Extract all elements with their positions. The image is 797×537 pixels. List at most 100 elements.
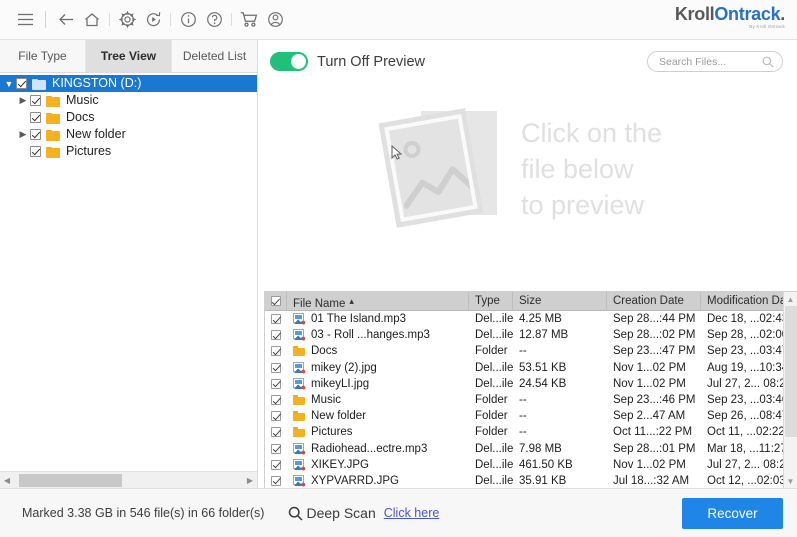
cell-modification-date: Sep 26, ...08:47 AM (707, 410, 783, 423)
checkbox-glyph (271, 411, 281, 422)
file-name-label: XYPVARRD.JPG (311, 474, 399, 487)
cell-size: -- (519, 426, 527, 439)
row-checkbox[interactable] (265, 441, 287, 457)
cell-file-name: New folder (287, 408, 469, 424)
column-header-file-name[interactable]: File Name ▴ (287, 292, 469, 311)
table-body: 01 The Island.mp3 Del...ile 4.25 MB Sep 28.… (265, 311, 783, 488)
table-row[interactable]: XIKEY.JPG Del...ile 461.50 KB Nov 1...02 PM… (265, 457, 783, 473)
tree-item-label: New folder (66, 127, 126, 142)
table-row[interactable]: mikeyLI.jpg Del...ile 24.54 KB Nov 1...02 P… (265, 376, 783, 392)
toolbar-divider-2 (109, 13, 110, 26)
tree-checkbox[interactable] (30, 146, 41, 157)
table-row[interactable]: 01 The Island.mp3 Del...ile 4.25 MB Sep 28.… (265, 311, 783, 327)
table-row[interactable]: Music Folder -- Sep 23...:46 PM Sep 23, ...0… (265, 392, 783, 408)
row-checkbox[interactable] (265, 392, 287, 408)
tree-item-new-folder[interactable]: ▶ New folder (0, 126, 257, 143)
cell-creation-date: Nov 1...02 PM (613, 377, 686, 390)
table-row[interactable]: Pictures Folder -- Oct 11...:22 PM Oct 11, .… (265, 424, 783, 440)
cell-type: Del...ile (475, 361, 513, 374)
row-checkbox[interactable] (265, 424, 287, 440)
cell-file-name: Radiohead...ectre.mp3 (287, 441, 469, 457)
tree-item-music[interactable]: ▶ Music (0, 92, 257, 109)
cell-creation-date: Nov 1...02 PM (613, 361, 686, 374)
chevron-right-icon[interactable]: ▶ (16, 129, 30, 140)
scrollbar-thumb[interactable] (784, 306, 797, 438)
brand-tagline: By Kroll Ontrack (749, 24, 785, 29)
table-row[interactable]: Radiohead...ectre.mp3 Del...ile 7.98 MB Sep… (265, 441, 783, 457)
gear-icon[interactable] (114, 7, 140, 33)
row-checkbox[interactable] (265, 408, 287, 424)
tab-tree-view[interactable]: Tree View (86, 40, 172, 72)
table-row[interactable]: XYPVARRD.JPG Del...ile 35.91 KB Jul 18...:3… (265, 473, 783, 488)
select-all-checkbox[interactable] (265, 292, 287, 311)
tab-file-type[interactable]: File Type (0, 40, 86, 72)
deep-scan-group[interactable]: Deep Scan Click here (288, 505, 439, 521)
checkbox-glyph (271, 362, 281, 373)
row-checkbox[interactable] (265, 360, 287, 376)
back-arrow-icon[interactable] (53, 7, 79, 33)
recover-button[interactable]: Recover (682, 497, 783, 529)
row-checkbox[interactable] (265, 343, 287, 359)
cell-creation-date: Sep 23...:46 PM (613, 393, 696, 406)
tree-item-docs[interactable]: ▶ Docs (0, 109, 257, 126)
tree-item-pictures[interactable]: ▶ Pictures (0, 143, 257, 160)
tab-deleted-list[interactable]: Deleted List (172, 40, 257, 72)
help-icon[interactable] (201, 7, 227, 33)
table-vertical-scrollbar[interactable]: ▲ ▼ (783, 292, 797, 488)
scroll-down-icon[interactable]: ▼ (784, 474, 797, 488)
hamburger-menu-icon[interactable] (12, 7, 38, 33)
tree-checkbox[interactable] (16, 78, 27, 89)
search-files-box[interactable] (647, 51, 783, 72)
cell-file-name: Music (287, 392, 469, 408)
mouse-cursor-icon (391, 145, 402, 160)
chevron-right-icon[interactable]: ▶ (16, 95, 30, 106)
column-header-modification-date[interactable]: Modification Date (701, 292, 783, 311)
folder-icon (46, 112, 61, 124)
home-icon[interactable] (79, 7, 105, 33)
chevron-down-icon[interactable]: ▼ (2, 79, 16, 89)
scroll-left-icon[interactable]: ◀ (0, 472, 14, 489)
checkbox-glyph (271, 475, 281, 486)
column-header-size[interactable]: Size (513, 292, 607, 311)
tree-checkbox[interactable] (30, 129, 41, 140)
search-icon[interactable] (762, 56, 774, 68)
table-row[interactable]: Docs Folder -- Sep 23...:47 PM Sep 23, ...03… (265, 343, 783, 359)
cell-type: Del...ile (475, 442, 513, 455)
cart-icon[interactable] (236, 7, 262, 33)
cell-modification-date: Sep 23, ...03:47 PM (707, 345, 783, 358)
history-icon[interactable] (140, 7, 166, 33)
search-input[interactable] (659, 55, 762, 68)
row-checkbox[interactable] (265, 376, 287, 392)
folder-icon (293, 426, 306, 438)
row-checkbox[interactable] (265, 473, 287, 488)
scrollbar-track[interactable] (784, 306, 797, 474)
cell-modification-date: Sep 28, ...02:00 PM (707, 329, 783, 342)
column-header-creation-date[interactable]: Creation Date (607, 292, 701, 311)
scroll-right-icon[interactable]: ▶ (243, 472, 257, 489)
tree-item-kingston[interactable]: ▼ KINGSTON (D:) (0, 75, 257, 92)
row-checkbox[interactable] (265, 327, 287, 343)
scrollbar-track[interactable] (14, 473, 243, 487)
column-header-type[interactable]: Type (469, 292, 513, 311)
image-placeholder-icon (377, 107, 513, 231)
scroll-up-icon[interactable]: ▲ (784, 292, 797, 306)
table-row[interactable]: 03 - Roll ...hanges.mp3 Del...ile 12.87 MB… (265, 327, 783, 343)
preview-toggle[interactable] (270, 52, 308, 71)
top-toolbar: KrollOntrack. By Kroll Ontrack (0, 0, 797, 40)
tree-checkbox[interactable] (30, 112, 41, 123)
row-checkbox[interactable] (265, 311, 287, 327)
row-checkbox[interactable] (265, 457, 287, 473)
brand-name-second: Ontrack (714, 4, 781, 24)
tree-checkbox[interactable] (30, 95, 41, 106)
table-row[interactable]: New folder Folder -- Sep 2...47 AM Sep 26, .… (265, 408, 783, 424)
account-icon[interactable] (262, 7, 288, 33)
deep-scan-link[interactable]: Click here (384, 506, 440, 520)
table-row[interactable]: mikey (2).jpg Del...ile 53.51 KB Nov 1...02… (265, 360, 783, 376)
folder-icon (32, 78, 47, 90)
file-icon (293, 474, 306, 487)
checkbox-glyph (271, 378, 281, 389)
scrollbar-thumb[interactable] (18, 473, 122, 487)
info-icon[interactable] (175, 7, 201, 33)
cell-size: -- (519, 410, 527, 423)
tree-horizontal-scrollbar[interactable]: ◀ ▶ (0, 471, 257, 488)
